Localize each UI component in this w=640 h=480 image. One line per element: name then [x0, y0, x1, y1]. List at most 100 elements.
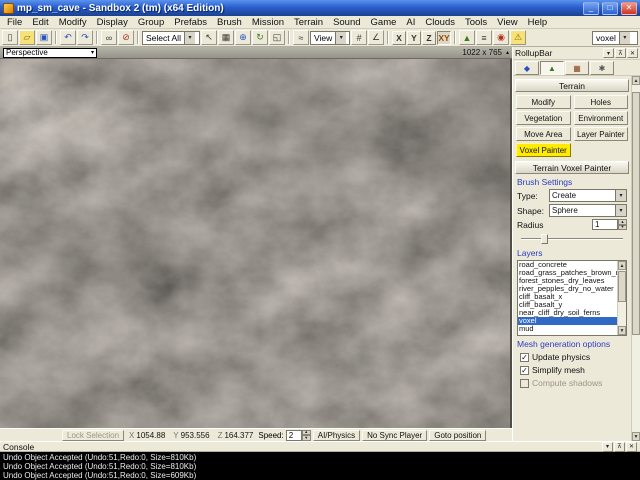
scroll-track[interactable] — [632, 85, 640, 432]
holes-button[interactable]: Holes — [574, 95, 629, 109]
speed-value[interactable]: 2 — [286, 430, 302, 441]
save-icon[interactable]: ▣ — [36, 30, 52, 45]
menu-item-ai[interactable]: AI — [401, 16, 420, 28]
select-icon[interactable]: ↖ — [201, 30, 217, 45]
slider-thumb[interactable] — [541, 234, 548, 244]
axis-x-button[interactable]: X — [392, 31, 406, 45]
axis-y-button[interactable]: Y — [407, 31, 421, 45]
layers-scrollbar[interactable]: ▲ ▼ — [617, 261, 626, 335]
menu-item-clouds[interactable]: Clouds — [420, 16, 460, 28]
layer-painter-button[interactable]: Layer Painter — [574, 127, 629, 141]
axis-z-button[interactable]: Z — [422, 31, 436, 45]
unlink-icon[interactable]: ⊘ — [118, 30, 134, 45]
view-combo[interactable]: View ▾ — [310, 31, 350, 45]
axis-xy-button[interactable]: XY — [437, 31, 451, 45]
open-icon[interactable]: ▱ — [19, 30, 35, 45]
menu-item-file[interactable]: File — [2, 16, 27, 28]
menu-item-prefabs[interactable]: Prefabs — [169, 16, 212, 28]
layer-item[interactable]: road_concrete — [518, 261, 617, 269]
spin-down-icon[interactable]: ▼ — [302, 435, 311, 441]
menu-item-tools[interactable]: Tools — [460, 16, 492, 28]
snap-grid-icon[interactable]: # — [351, 30, 367, 45]
brush-type-select[interactable]: Create ▾ — [549, 189, 627, 202]
terrain-rollup-header[interactable]: Terrain — [515, 79, 629, 92]
panel-scrollbar[interactable]: ▲ ▼ — [631, 76, 640, 441]
tab-modelling[interactable]: ▦ — [565, 61, 589, 75]
update-physics-checkbox[interactable]: ✓ — [520, 353, 529, 362]
layer-item[interactable]: mud — [518, 325, 617, 333]
layers-icon[interactable]: ≡ — [476, 30, 492, 45]
close-icon[interactable]: ✕ — [626, 442, 637, 452]
layer-item[interactable]: road_grass_patches_brown_rc — [518, 269, 617, 277]
chevron-down-icon[interactable]: ▾ — [615, 205, 626, 216]
chevron-down-icon[interactable]: ▾ — [615, 190, 626, 201]
terrain-icon[interactable]: ▲ — [459, 30, 475, 45]
scale-icon[interactable]: ◱ — [269, 30, 285, 45]
pin-icon[interactable]: ⊼ — [614, 442, 625, 452]
menu-item-mission[interactable]: Mission — [247, 16, 289, 28]
select-all-combo[interactable]: Select All ▾ — [142, 31, 200, 45]
console-output[interactable]: Undo Object Accepted (Undo:51,Redo:0, Si… — [0, 452, 640, 480]
menu-item-brush[interactable]: Brush — [212, 16, 247, 28]
scroll-track[interactable] — [618, 270, 626, 326]
radius-stepper[interactable]: 1 ▲ ▼ — [592, 219, 627, 230]
maximize-button[interactable]: □ — [602, 2, 618, 15]
slider-track[interactable] — [521, 238, 623, 240]
chevron-up-icon[interactable]: ▴ — [506, 49, 509, 56]
menu-item-game[interactable]: Game — [366, 16, 402, 28]
vegetation-button[interactable]: Vegetation — [516, 111, 571, 125]
chevron-down-icon[interactable]: ▾ — [602, 442, 613, 452]
voxel-painter-button[interactable]: Voxel Painter — [516, 143, 571, 157]
new-icon[interactable]: ▯ — [2, 30, 18, 45]
layer-item[interactable]: near_cliff_dry_soil_ferns — [518, 309, 617, 317]
warning-icon[interactable]: ⚠ — [510, 30, 526, 45]
menu-item-help[interactable]: Help — [523, 16, 553, 28]
select-area-icon[interactable]: ▦ — [218, 30, 234, 45]
menu-item-group[interactable]: Group — [133, 16, 169, 28]
tab-terrain[interactable]: ▲ — [540, 61, 564, 75]
brush-shape-select[interactable]: Sphere ▾ — [549, 204, 627, 217]
layer-item[interactable]: cliff_basalt_y — [518, 301, 617, 309]
voxel-material-combo[interactable]: voxel ▾ — [592, 31, 638, 45]
no-sync-player-button[interactable]: No Sync Player — [362, 430, 427, 441]
modify-button[interactable]: Modify — [516, 95, 571, 109]
layer-item[interactable]: river_pepples_dry_no_water — [518, 285, 617, 293]
chevron-down-icon[interactable]: ▾ — [603, 48, 614, 58]
radius-slider[interactable] — [521, 233, 623, 245]
speed-stepper[interactable]: 2 ▲ ▼ — [286, 430, 311, 441]
chevron-down-icon[interactable]: ▾ — [335, 32, 346, 44]
menu-item-terrain[interactable]: Terrain — [289, 16, 328, 28]
scroll-down-icon[interactable]: ▼ — [618, 326, 626, 335]
link-icon[interactable]: ∞ — [101, 30, 117, 45]
scroll-thumb[interactable] — [632, 92, 640, 335]
undo-icon[interactable]: ↶ — [60, 30, 76, 45]
simplify-mesh-checkbox[interactable]: ✓ — [520, 366, 529, 375]
voxel-painter-rollup-header[interactable]: Terrain Voxel Painter — [515, 161, 629, 174]
lock-selection-button[interactable]: Lock Selection — [62, 430, 124, 441]
move-area-button[interactable]: Move Area — [516, 127, 571, 141]
camera-combo[interactable]: Perspective ▾ — [3, 48, 97, 58]
layer-item[interactable]: forest_stones_dry_leaves — [518, 277, 617, 285]
snap-angle-icon[interactable]: ∠ — [368, 30, 384, 45]
terrain-viewport[interactable] — [0, 59, 512, 428]
layer-item[interactable]: cliff_basalt_x — [518, 293, 617, 301]
scroll-up-icon[interactable]: ▲ — [632, 76, 640, 85]
menu-item-display[interactable]: Display — [92, 16, 133, 28]
menu-item-edit[interactable]: Edit — [27, 16, 53, 28]
scroll-up-icon[interactable]: ▲ — [618, 261, 626, 270]
scroll-down-icon[interactable]: ▼ — [632, 432, 640, 441]
environment-button[interactable]: Environment — [574, 111, 629, 125]
move-icon[interactable]: ⊕ — [235, 30, 251, 45]
close-icon[interactable]: ✕ — [627, 48, 638, 58]
scroll-thumb[interactable] — [618, 271, 626, 302]
chevron-down-icon[interactable]: ▾ — [184, 32, 195, 44]
tab-display[interactable]: ✱ — [590, 61, 614, 75]
redo-icon[interactable]: ↷ — [77, 30, 93, 45]
menu-item-sound[interactable]: Sound — [328, 16, 365, 28]
minimize-button[interactable]: _ — [583, 2, 599, 15]
follow-terrain-icon[interactable]: ≈ — [293, 30, 309, 45]
layer-item-selected[interactable]: voxel — [518, 317, 617, 325]
rotate-icon[interactable]: ↻ — [252, 30, 268, 45]
chevron-down-icon[interactable]: ▾ — [619, 32, 630, 44]
material-icon[interactable]: ◉ — [493, 30, 509, 45]
